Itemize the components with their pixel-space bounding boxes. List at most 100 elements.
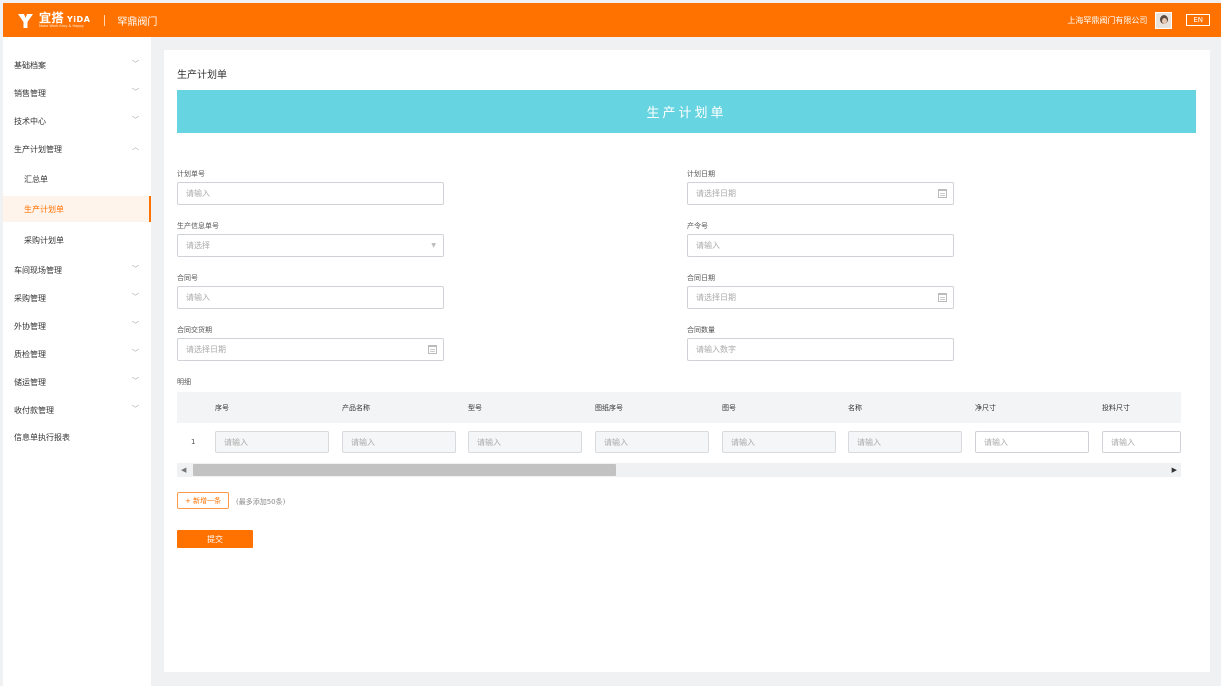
detail-section-label: 明细 bbox=[177, 378, 191, 386]
sidebar-item-production-plan-form[interactable]: 生产计划单 bbox=[3, 196, 151, 222]
chevron-down-icon: ﹀ bbox=[132, 293, 139, 301]
plan-date-picker[interactable]: 请选择日期 bbox=[687, 182, 954, 205]
order-number-label: 产令号 bbox=[687, 222, 708, 230]
sidebar-item-label: 销售管理 bbox=[14, 88, 46, 98]
sidebar-item-label: 车间现场管理 bbox=[14, 265, 62, 275]
sidebar-item-label: 生产计划管理 bbox=[14, 144, 62, 154]
column-header: 序号 bbox=[215, 404, 229, 412]
chevron-down-icon: ﹀ bbox=[132, 88, 139, 96]
calendar-icon bbox=[938, 293, 947, 302]
sidebar-item-sales[interactable]: 销售管理 ﹀ bbox=[3, 80, 151, 106]
caret-down-icon: ▼ bbox=[431, 242, 436, 249]
sidebar-item-summary[interactable]: 汇总单 bbox=[3, 166, 151, 192]
submit-button[interactable]: 提交 bbox=[177, 530, 253, 548]
user-avatar[interactable] bbox=[1155, 11, 1173, 29]
logo-en: YiDA bbox=[67, 14, 91, 24]
chevron-down-icon: ﹀ bbox=[132, 116, 139, 124]
add-row-note: (最多添加50条) bbox=[236, 498, 286, 506]
production-info-label: 生产信息单号 bbox=[177, 222, 219, 230]
column-header: 净尺寸 bbox=[975, 404, 996, 412]
plan-number-label: 计划单号 bbox=[177, 170, 205, 178]
sidebar-item-label: 技术中心 bbox=[14, 116, 46, 126]
chevron-down-icon: ﹀ bbox=[132, 60, 139, 68]
table-cell-input[interactable]: 请输入 bbox=[595, 431, 709, 453]
scroll-left-icon[interactable]: ◀ bbox=[181, 466, 186, 474]
sidebar-item-label: 汇总单 bbox=[24, 174, 48, 184]
company-name[interactable]: 上海罕鼎阀门有限公司 bbox=[1067, 15, 1147, 26]
yida-logo-icon bbox=[17, 12, 34, 29]
sidebar-item-label: 收付款管理 bbox=[14, 405, 54, 415]
contract-number-label: 合同号 bbox=[177, 274, 198, 282]
sidebar-item-workshop[interactable]: 车间现场管理 ﹀ bbox=[3, 257, 151, 283]
plan-number-input[interactable]: 请输入 bbox=[177, 182, 444, 205]
production-info-select[interactable]: 请选择 ▼ bbox=[177, 234, 444, 257]
table-cell-input[interactable]: 请输入 bbox=[468, 431, 582, 453]
sidebar-item-tech-center[interactable]: 技术中心 ﹀ bbox=[3, 108, 151, 134]
sidebar-item-label: 质检管理 bbox=[14, 349, 46, 359]
page-title: 生产计划单 bbox=[177, 70, 227, 81]
table-row: 1 请输入 请输入 请输入 请输入 请输入 请输入 请输入 请输入 bbox=[177, 423, 1181, 463]
chevron-down-icon: ﹀ bbox=[132, 405, 139, 413]
chevron-down-icon: ﹀ bbox=[132, 349, 139, 357]
sidebar-item-payments[interactable]: 收付款管理 ﹀ bbox=[3, 397, 151, 423]
horizontal-scrollbar[interactable]: ◀ ▶ bbox=[177, 463, 1181, 477]
contract-quantity-label: 合同数量 bbox=[687, 326, 715, 334]
column-header: 名称 bbox=[848, 404, 862, 412]
sidebar-item-label: 外协管理 bbox=[14, 321, 46, 331]
chevron-down-icon: ﹀ bbox=[132, 377, 139, 385]
delivery-date-label: 合同交货期 bbox=[177, 326, 212, 334]
contract-number-input[interactable]: 请输入 bbox=[177, 286, 444, 309]
column-header: 图号 bbox=[722, 404, 736, 412]
table-cell-input[interactable]: 请输入 bbox=[215, 431, 329, 453]
org-name[interactable]: 罕鼎阀门 bbox=[117, 13, 157, 28]
sidebar-item-production-plan[interactable]: 生产计划管理 ︿ bbox=[3, 136, 151, 162]
column-header: 产品名称 bbox=[342, 404, 370, 412]
sidebar-item-purchase-plan[interactable]: 采购计划单 bbox=[3, 227, 151, 253]
sidebar-item-purchasing[interactable]: 采购管理 ﹀ bbox=[3, 285, 151, 311]
sidebar-item-quality[interactable]: 质检管理 ﹀ bbox=[3, 341, 151, 367]
table-cell-input[interactable]: 请输入 bbox=[722, 431, 836, 453]
column-header: 投料尺寸 bbox=[1102, 404, 1130, 412]
contract-quantity-input[interactable]: 请输入数字 bbox=[687, 338, 954, 361]
sidebar-item-label: 生产计划单 bbox=[24, 204, 64, 214]
column-header: 型号 bbox=[468, 404, 482, 412]
sidebar-item-label: 基础档案 bbox=[14, 60, 46, 70]
detail-table-header: 序号 产品名称 型号 图纸序号 图号 名称 净尺寸 投料尺寸 bbox=[177, 392, 1181, 423]
chevron-up-icon: ︿ bbox=[132, 143, 139, 151]
sidebar: 基础档案 ﹀ 销售管理 ﹀ 技术中心 ﹀ 生产计划管理 ︿ 汇总单 生产计划单 采购计划… bbox=[3, 37, 151, 686]
contract-date-picker[interactable]: 请选择日期 bbox=[687, 286, 954, 309]
calendar-icon bbox=[938, 189, 947, 198]
sidebar-item-label: 采购管理 bbox=[14, 293, 46, 303]
sidebar-item-label: 信息单执行报表 bbox=[14, 432, 70, 442]
contract-date-label: 合同日期 bbox=[687, 274, 715, 282]
top-navbar: 宜搭 YiDA Make Work Easy & Happy 罕鼎阀门 上海罕鼎阀… bbox=[3, 3, 1221, 37]
logo-tagline: Make Work Easy & Happy bbox=[39, 23, 84, 28]
column-header: 图纸序号 bbox=[595, 404, 623, 412]
sidebar-item-report[interactable]: 信息单执行报表 bbox=[3, 424, 151, 450]
calendar-icon bbox=[428, 345, 437, 354]
table-cell-input[interactable]: 请输入 bbox=[1102, 431, 1181, 453]
form-card: 生产计划单 生产计划单 计划单号 请输入 计划日期 请选择日期 生产信息单号 请… bbox=[164, 50, 1210, 672]
yida-logo[interactable]: 宜搭 YiDA Make Work Easy & Happy bbox=[17, 12, 90, 29]
table-cell-input[interactable]: 请输入 bbox=[342, 431, 456, 453]
language-toggle-button[interactable]: EN bbox=[1186, 14, 1210, 26]
chevron-down-icon: ﹀ bbox=[132, 321, 139, 329]
order-number-input[interactable]: 请输入 bbox=[687, 234, 954, 257]
table-cell-input[interactable]: 请输入 bbox=[848, 431, 962, 453]
scrollbar-thumb[interactable] bbox=[193, 464, 616, 476]
sidebar-item-label: 采购计划单 bbox=[24, 235, 64, 245]
scroll-right-icon[interactable]: ▶ bbox=[1172, 466, 1177, 474]
sidebar-item-outsourcing[interactable]: 外协管理 ﹀ bbox=[3, 313, 151, 339]
add-row-button[interactable]: + 新增一条 bbox=[177, 492, 229, 509]
chevron-down-icon: ﹀ bbox=[132, 265, 139, 273]
header-divider bbox=[104, 14, 106, 26]
form-banner: 生产计划单 bbox=[177, 90, 1196, 133]
sidebar-item-basic-archive[interactable]: 基础档案 ﹀ bbox=[3, 52, 151, 78]
delivery-date-picker[interactable]: 请选择日期 bbox=[177, 338, 444, 361]
row-index: 1 bbox=[191, 438, 196, 446]
sidebar-item-label: 储运管理 bbox=[14, 377, 46, 387]
table-cell-input[interactable]: 请输入 bbox=[975, 431, 1089, 453]
sidebar-item-logistics[interactable]: 储运管理 ﹀ bbox=[3, 369, 151, 395]
logo-text: 宜搭 bbox=[39, 10, 65, 25]
plan-date-label: 计划日期 bbox=[687, 170, 715, 178]
